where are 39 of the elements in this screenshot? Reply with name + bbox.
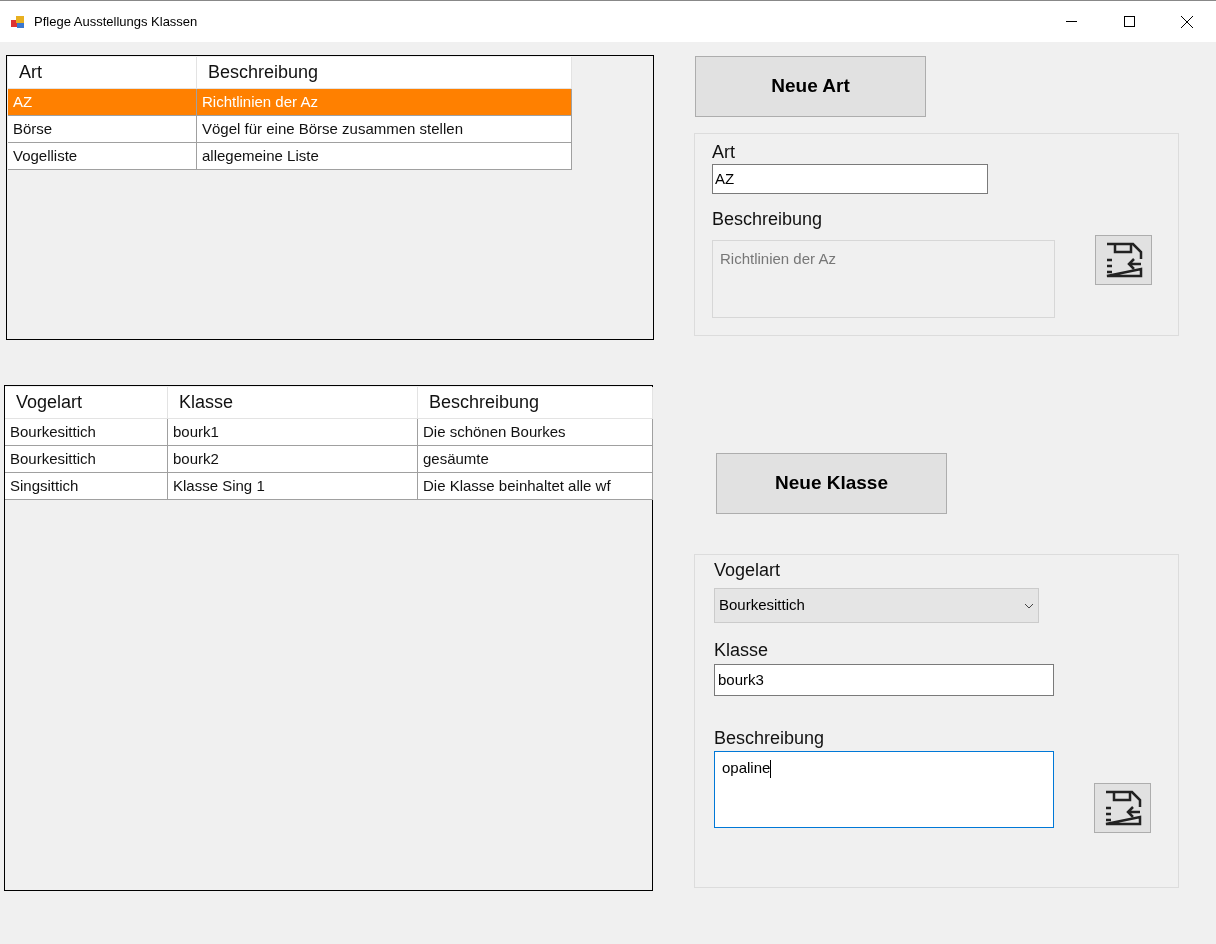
table-cell[interactable]: Börse [8, 116, 197, 143]
column-header[interactable]: Beschreibung [418, 387, 653, 419]
save-icon [1103, 790, 1142, 826]
save-button[interactable] [1095, 235, 1152, 285]
maximize-icon [1123, 16, 1135, 27]
save-icon [1104, 242, 1143, 278]
window-title: Pflege Ausstellungs Klassen [34, 12, 198, 31]
field-label: Art [712, 141, 736, 164]
field-label: Vogelart [714, 559, 782, 582]
column-header[interactable]: Art [8, 57, 197, 89]
field-label: Beschreibung [712, 208, 824, 231]
table-cell[interactable]: Bourkesittich [5, 446, 168, 473]
table-cell[interactable]: Klasse Sing 1 [168, 473, 418, 500]
table-cell[interactable]: allegemeine Liste [197, 143, 572, 170]
save-button[interactable] [1094, 783, 1151, 833]
table-cell[interactable]: Vögel für eine Börse zusammen stellen [197, 116, 572, 143]
table-cell[interactable]: gesäumte [418, 446, 653, 473]
chevron-down-icon [1024, 602, 1034, 609]
close-icon [1181, 15, 1193, 28]
table-cell[interactable]: Bourkesittich [5, 419, 168, 446]
dropdown[interactable]: Bourkesittich [714, 588, 1039, 623]
table-cell[interactable]: Die Klasse beinhaltet alle wf [418, 473, 653, 500]
new-type-button[interactable]: Neue Art [695, 56, 926, 117]
input-field[interactable]: bourk3 [714, 664, 1054, 696]
table-cell[interactable]: Vogelliste [8, 143, 197, 170]
table-cell[interactable]: Die schönen Bourkes [418, 419, 653, 446]
column-header[interactable]: Vogelart [5, 387, 168, 419]
column-header[interactable]: Beschreibung [197, 57, 572, 89]
text-area[interactable]: opaline [714, 751, 1054, 828]
field-label: Beschreibung [714, 727, 826, 750]
column-header[interactable]: Klasse [168, 387, 418, 419]
table-cell[interactable]: bourk2 [168, 446, 418, 473]
table-cell[interactable]: Singsittich [5, 473, 168, 500]
field-label: Klasse [714, 639, 770, 662]
app-icon [10, 13, 26, 30]
minimize-icon [1065, 21, 1077, 22]
input-field[interactable]: AZ [712, 164, 988, 194]
new-class-button[interactable]: Neue Klasse [716, 453, 947, 514]
table-cell[interactable]: bourk1 [168, 419, 418, 446]
